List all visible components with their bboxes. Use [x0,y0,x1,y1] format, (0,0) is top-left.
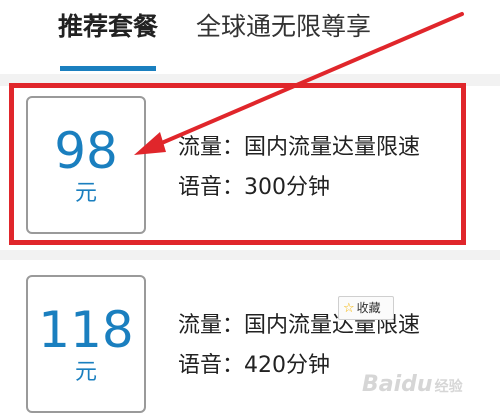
plan-data-info: 流量：国内流量达量限速 [178,135,421,160]
watermark-sub: 经验 [434,379,463,395]
section-divider [0,250,500,260]
plan-price: 98 [54,122,118,180]
section-divider [0,74,500,86]
plan-voice-info: 语音：420分钟 [178,353,330,378]
active-tab-indicator [60,66,156,71]
tab-bar: 推荐套餐 全球通无限尊享 [0,0,500,74]
plan-card-98[interactable]: 98 元 流量：国内流量达量限速 语音：300分钟 [0,86,500,250]
tab-global-unlimited[interactable]: 全球通无限尊享 [196,12,371,42]
watermark-brand: Baidu [362,372,433,397]
price-unit: 元 [74,181,97,206]
baidu-watermark: Baidu 经验 [362,372,463,397]
price-unit: 元 [74,360,97,385]
price-box[interactable]: 118 元 [26,275,146,413]
favorite-button[interactable]: ☆ 收藏 [338,296,394,320]
price-box[interactable]: 98 元 [26,96,146,234]
plan-price: 118 [38,301,134,359]
star-icon: ☆ [343,301,355,316]
plan-voice-info: 语音：300分钟 [178,175,330,200]
favorite-label: 收藏 [356,301,381,315]
tab-recommended-plans[interactable]: 推荐套餐 [58,12,158,42]
